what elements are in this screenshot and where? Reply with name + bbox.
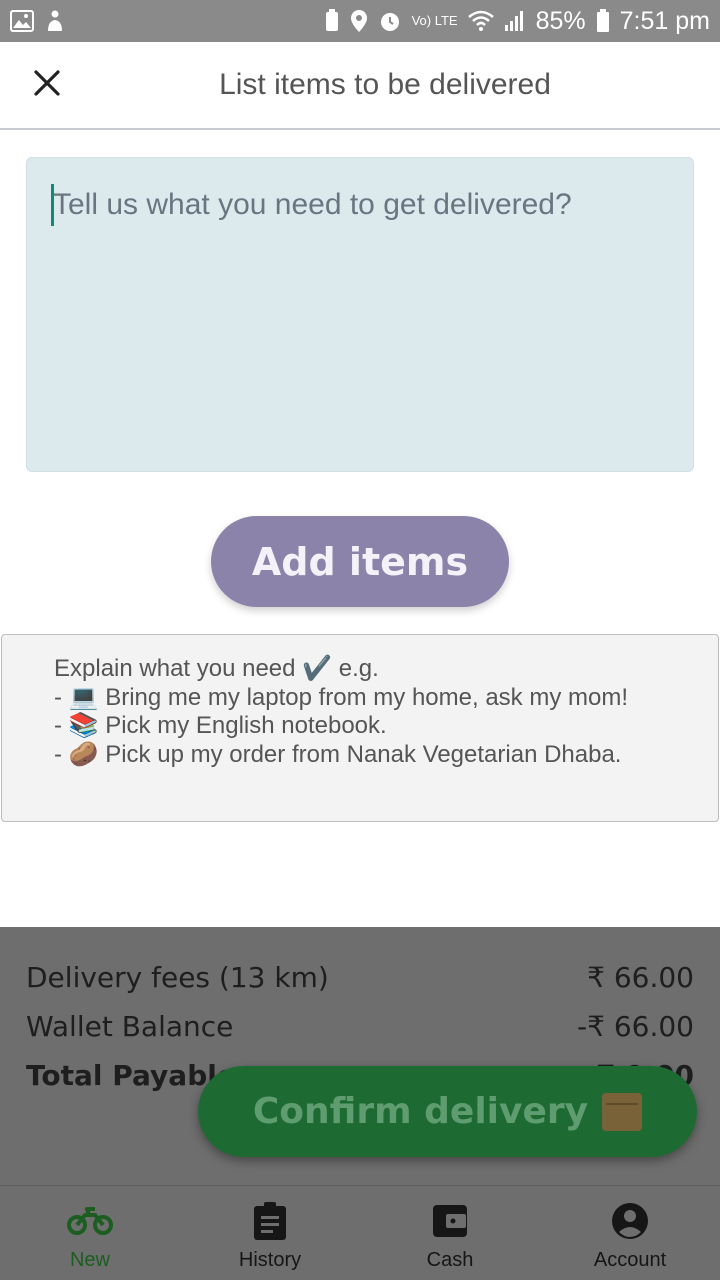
confirm-delivery-button[interactable]: Confirm delivery — [198, 1066, 697, 1157]
hint-line: Explain what you need ✔️ e.g. — [54, 655, 379, 682]
hint-line: - 📚 Pick my English notebook. — [54, 712, 387, 739]
delivery-fees-label: Delivery fees (13 km) — [26, 961, 329, 994]
wallet-balance-label: Wallet Balance — [26, 1010, 234, 1043]
nav-item-history[interactable]: History — [180, 1186, 360, 1280]
hint-line: - 💻 Bring me my laptop from my home, ask… — [54, 683, 629, 711]
text-caret — [51, 184, 54, 226]
close-button[interactable] — [22, 58, 72, 108]
wallet-balance-value: -₹ 66.00 — [577, 1010, 694, 1043]
image-icon — [10, 10, 34, 32]
status-right: Vo) LTE 85% 7:51 pm — [324, 7, 710, 36]
page-title: List items to be delivered — [219, 68, 551, 101]
nav-label-account: Account — [593, 1249, 667, 1271]
app-notification-icon — [44, 9, 66, 33]
nav-item-cash[interactable]: Cash — [360, 1186, 540, 1280]
nav-label-cash: Cash — [426, 1249, 474, 1271]
alarm-icon — [378, 9, 402, 33]
nav-label-history: History — [238, 1249, 302, 1271]
add-items-button[interactable]: Add items — [211, 516, 509, 607]
nav-item-account[interactable]: Account — [540, 1186, 720, 1280]
status-bar: Vo) LTE 85% 7:51 pm — [0, 0, 720, 42]
items-input[interactable] — [26, 157, 694, 472]
confirm-delivery-label: Confirm delivery — [252, 1091, 589, 1132]
account-circle-icon — [611, 1201, 649, 1241]
motorbike-icon — [67, 1201, 113, 1241]
volte-icon: Vo) LTE — [411, 13, 458, 28]
battery-percent: 85% — [535, 6, 586, 35]
location-icon — [350, 9, 368, 33]
package-icon — [602, 1092, 643, 1131]
close-icon — [34, 70, 60, 96]
nav-label-new: New — [69, 1249, 110, 1271]
wifi-icon — [467, 10, 494, 32]
wallet-balance-row: Wallet Balance -₹ 66.00 — [26, 1010, 694, 1043]
status-left — [10, 9, 66, 33]
hint-line: - 🥔 Pick up my order from Nanak Vegetari… — [54, 740, 622, 768]
hint-box: Explain what you need ✔️ e.g. - 💻 Bring … — [1, 634, 719, 822]
delivery-fees-row: Delivery fees (13 km) ₹ 66.00 — [26, 961, 694, 994]
battery-icon — [596, 9, 610, 33]
bottom-nav: New History Cash Account — [0, 1185, 720, 1280]
signal-icon — [504, 10, 526, 32]
clock: 7:51 pm — [619, 6, 710, 35]
clipboard-icon — [253, 1201, 287, 1241]
wallet-icon — [432, 1201, 468, 1241]
nav-item-new[interactable]: New — [0, 1186, 180, 1280]
battery-saver-icon — [324, 9, 340, 33]
header: List items to be delivered — [0, 42, 720, 130]
delivery-fees-value: ₹ 66.00 — [587, 961, 694, 994]
